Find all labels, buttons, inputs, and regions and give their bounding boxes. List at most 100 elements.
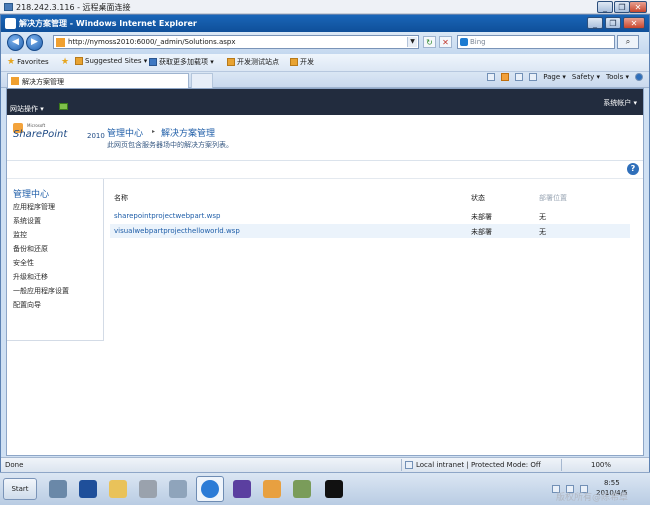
star-icon: ★	[7, 57, 16, 67]
clock-time[interactable]: 8:55	[604, 479, 620, 487]
taskbar-cmd[interactable]	[320, 476, 348, 502]
security-zone-text: Local intranet | Protected Mode: Off	[416, 461, 541, 469]
address-bar[interactable]: http://nymoss2010:6000/_admin/Solutions.…	[53, 35, 419, 49]
taskbar-services[interactable]	[164, 476, 192, 502]
tools-icon	[139, 480, 157, 498]
table-row: sharepointprojectwebpart.wsp 未部署 无	[110, 209, 630, 223]
taskbar-server-manager[interactable]	[44, 476, 72, 502]
rdp-restore-button[interactable]: ❐	[614, 1, 630, 13]
search-button[interactable]: ⌕	[617, 35, 639, 49]
solution-link[interactable]: visualwebpartprojecthelloworld.wsp	[114, 227, 240, 235]
add-favorites-icon[interactable]: ★	[61, 57, 69, 67]
nav-item-upgrade-migration[interactable]: 升级和迁移	[13, 272, 48, 282]
page-menu[interactable]: Page ▾	[543, 73, 566, 81]
column-header-status[interactable]: 状态	[471, 193, 485, 203]
ie-taskbar-icon	[201, 480, 219, 498]
rdp-icon	[4, 3, 13, 11]
command-bar: Page ▾ Safety ▾ Tools ▾	[487, 73, 643, 81]
dev-test-site-icon	[227, 58, 235, 66]
nav-item-app-management[interactable]: 应用程序管理	[13, 202, 55, 212]
rdp-titlebar: 218.242.3.116 - 远程桌面连接 _ ❐ ✕	[0, 0, 650, 14]
favorites-label: Favorites	[17, 58, 49, 66]
new-tab-button[interactable]	[191, 73, 213, 88]
fav-dev-label: 开发	[300, 58, 314, 66]
ie-maximize-button[interactable]: ❐	[605, 17, 621, 29]
nav-item-general-settings[interactable]: 一般应用程序设置	[13, 286, 69, 296]
logo-year-text: 2010	[87, 132, 105, 140]
suggested-sites-icon	[75, 57, 83, 65]
account-menu[interactable]: 系统帐户 ▾	[603, 98, 637, 108]
tools-menu[interactable]: Tools ▾	[606, 73, 629, 81]
rdp-title: 218.242.3.116 - 远程桌面连接	[16, 3, 131, 12]
left-navigation: 管理中心 应用程序管理 系统设置 监控 备份和还原 安全性 升级和迁移 一般应用…	[7, 179, 104, 341]
stop-icon[interactable]: ✕	[439, 36, 452, 48]
ie-title: 解决方案管理 - Windows Internet Explorer	[19, 19, 197, 28]
solution-status: 未部署	[471, 213, 492, 221]
taskbar-visual-studio[interactable]	[228, 476, 256, 502]
ie-close-button[interactable]: ✕	[623, 17, 645, 29]
ie-minimize-button[interactable]: _	[587, 17, 603, 29]
app2-icon	[293, 480, 311, 498]
help-icon[interactable]: ?	[627, 163, 639, 175]
breadcrumb-root[interactable]: 管理中心	[107, 126, 143, 139]
security-zone[interactable]: Local intranet | Protected Mode: Off	[405, 461, 541, 469]
status-divider	[401, 459, 402, 471]
start-button[interactable]: Start	[3, 478, 37, 500]
taskbar-ie[interactable]	[196, 476, 224, 502]
safety-menu[interactable]: Safety ▾	[572, 73, 600, 81]
column-header-name[interactable]: 名称	[114, 193, 128, 203]
taskbar-app2[interactable]	[288, 476, 316, 502]
search-placeholder: Bing	[470, 38, 486, 46]
status-divider	[561, 459, 562, 471]
sp-ribbon: 网站操作 ▾ 系统帐户 ▾	[7, 89, 643, 115]
favorites-button[interactable]: ★ Favorites	[7, 57, 49, 67]
fav-get-addons-label: 获取更多加载项 ▾	[159, 58, 214, 66]
mail-icon[interactable]	[515, 73, 524, 81]
back-button[interactable]: ◀	[7, 34, 24, 51]
home-icon[interactable]	[487, 73, 496, 81]
fav-get-addons[interactable]: 获取更多加载项 ▾	[149, 57, 214, 67]
site-actions-menu[interactable]: 网站操作 ▾	[10, 104, 44, 114]
taskbar-tools[interactable]	[134, 476, 162, 502]
page-icon	[56, 38, 65, 47]
nav-item-monitoring[interactable]: 监控	[13, 230, 27, 240]
nav-item-security[interactable]: 安全性	[13, 258, 34, 268]
nav-item-system-settings[interactable]: 系统设置	[13, 216, 41, 226]
forward-button[interactable]: ▶	[26, 34, 43, 51]
solution-status: 未部署	[471, 228, 492, 236]
ie-titlebar: 解决方案管理 - Windows Internet Explorer _ ❐ ✕	[1, 15, 649, 32]
tab-page-icon	[11, 77, 19, 85]
help-menu-icon[interactable]	[635, 73, 643, 81]
addons-icon	[149, 58, 157, 66]
rdp-minimize-button[interactable]: _	[597, 1, 613, 13]
favorites-bar: ★ Favorites ★ Suggested Sites ▾ 获取更多加载项 …	[1, 54, 649, 72]
page-title: 解决方案管理	[161, 129, 216, 139]
tab-solution-management[interactable]: 解决方案管理	[7, 73, 189, 88]
fav-suggested-sites[interactable]: Suggested Sites ▾	[75, 57, 147, 65]
address-url: http://nymoss2010:6000/_admin/Solutions.…	[68, 38, 236, 46]
logo-product-text: SharePoint	[13, 129, 68, 140]
navigate-up-icon[interactable]	[59, 103, 68, 110]
intranet-icon	[405, 461, 413, 469]
folder-icon	[109, 480, 127, 498]
address-dropdown-icon[interactable]: ▼	[407, 37, 417, 47]
table-row: visualwebpartprojecthelloworld.wsp 未部署 无	[110, 224, 630, 238]
column-header-deployed-to[interactable]: 部署位置	[539, 193, 567, 203]
zoom-level[interactable]: 100%	[591, 461, 611, 469]
solutions-table: 名称 状态 部署位置 sharepointprojectwebpart.wsp …	[105, 179, 630, 259]
refresh-icon[interactable]: ↻	[423, 36, 436, 48]
taskbar-explorer[interactable]	[104, 476, 132, 502]
print-icon[interactable]	[529, 73, 538, 81]
nav-item-config-wizards[interactable]: 配置向导	[13, 300, 41, 310]
search-input[interactable]: Bing	[457, 35, 615, 49]
nav-item-backup-restore[interactable]: 备份和还原	[13, 244, 48, 254]
nav-header[interactable]: 管理中心	[13, 187, 49, 200]
solution-link[interactable]: sharepointprojectwebpart.wsp	[114, 212, 220, 220]
title-row: Microsoft SharePoint 2010 管理中心 ▸ 解决方案管理 …	[7, 115, 643, 161]
fav-dev[interactable]: 开发	[290, 57, 314, 67]
feeds-icon[interactable]	[501, 73, 510, 81]
fav-dev-test-site[interactable]: 开发测试站点	[227, 57, 279, 67]
taskbar-app[interactable]	[258, 476, 286, 502]
taskbar-powershell[interactable]	[74, 476, 102, 502]
rdp-close-button[interactable]: ✕	[629, 1, 647, 13]
